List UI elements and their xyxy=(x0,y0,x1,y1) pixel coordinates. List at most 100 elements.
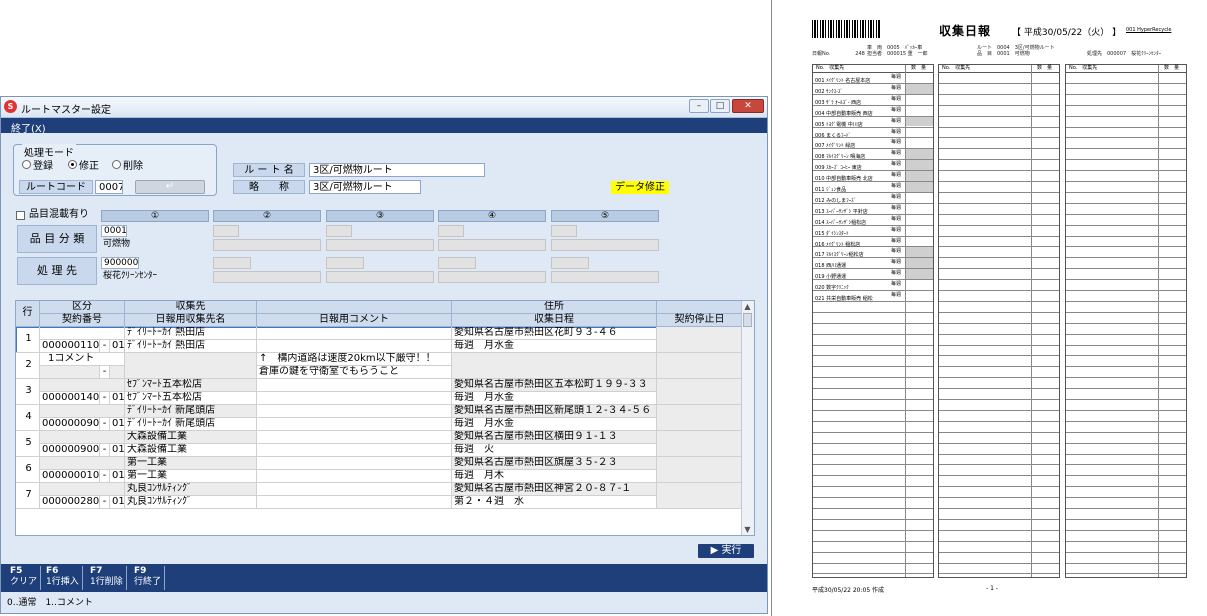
report-column-3: No. 収集先数 量 xyxy=(1065,64,1187,578)
report-row-line xyxy=(939,453,1059,455)
short-name-input[interactable]: 3区/可燃物ルート xyxy=(309,180,421,194)
report-qty-divider xyxy=(905,65,906,577)
table-row[interactable]: 6 0000000100 - 01 第一工業 第一工業 愛知県名古屋市熱田区旗屋… xyxy=(16,457,743,483)
title-bar: S ルートマスター設定 – □ ✕ xyxy=(1,97,767,118)
report-row-line xyxy=(939,202,1059,204)
report-entry-weekly: 毎週 xyxy=(891,172,902,179)
report-row-line xyxy=(1066,409,1186,411)
report-row-line xyxy=(1066,279,1186,281)
play-icon: ▶ xyxy=(710,545,722,556)
report-row-line xyxy=(1066,104,1186,106)
f7-delete-row-button[interactable]: F7 1行削除 xyxy=(87,566,127,590)
mode-radio-delete[interactable]: 削除 xyxy=(112,157,143,172)
item-class-code-2[interactable] xyxy=(213,225,239,237)
f9-end-row-button[interactable]: F9 行終了 xyxy=(131,566,166,590)
report-row-line xyxy=(813,453,933,455)
report-row-line xyxy=(939,82,1059,84)
report-entry-weekly: 毎週 xyxy=(891,150,902,157)
maximize-button[interactable]: □ xyxy=(710,99,730,113)
report-row-line xyxy=(1066,290,1186,291)
report-row-line xyxy=(1066,82,1186,84)
report-row-line xyxy=(939,464,1059,466)
report-col-header: No. 収集先数 量 xyxy=(813,65,933,73)
slot-header-1: ① xyxy=(101,210,209,222)
mixed-checkbox[interactable] xyxy=(16,211,25,220)
close-button[interactable]: ✕ xyxy=(732,99,764,113)
report-row-line xyxy=(939,431,1059,433)
report-row-line xyxy=(813,409,933,411)
report-row-line xyxy=(813,562,933,564)
table-scrollbar[interactable]: ▲ ▼ xyxy=(741,301,754,535)
report-entry: 017 ﾏﾙｲｽｸﾞﾘｰﾝ稲松店 xyxy=(815,252,864,259)
report-row-line xyxy=(1066,333,1186,335)
table-row[interactable]: 7 0000002800 - 01 丸良ｺﾝｻﾙﾃｨﾝｸﾞ 丸良ｺﾝｻﾙﾃｨﾝｸ… xyxy=(16,483,743,509)
report-entry: 009 ｽｶｰｽﾞ ｺｰﾋｰ 東店 xyxy=(815,165,862,172)
report-entry: 004 中部自動車販売 西店 xyxy=(815,110,873,117)
report-row-line xyxy=(813,355,933,357)
item-class-code-5[interactable] xyxy=(551,225,577,237)
route-code-input[interactable]: 0007 xyxy=(95,180,123,194)
minimize-button[interactable]: – xyxy=(689,99,709,113)
processor-code-2[interactable] xyxy=(213,257,251,269)
col-header-contract: 契約番号 xyxy=(40,314,125,327)
scroll-up-icon[interactable]: ▲ xyxy=(742,301,753,312)
report-row-line xyxy=(1066,126,1186,128)
report-row-line xyxy=(813,475,933,477)
scroll-down-icon[interactable]: ▼ xyxy=(742,524,753,535)
report-row-line xyxy=(939,562,1059,564)
report-col-header: No. 収集先数 量 xyxy=(939,65,1059,73)
report-row-line xyxy=(939,497,1059,499)
item-class-code-4[interactable] xyxy=(438,225,464,237)
f6-insert-row-button[interactable]: F6 1行挿入 xyxy=(43,566,83,590)
report-row-line xyxy=(939,300,1059,302)
table-row[interactable]: 5 0000009000 - 01 大森設備工業 大森設備工業 愛知県名古屋市熱… xyxy=(16,431,743,457)
report-row-line xyxy=(939,148,1059,150)
report-row-line xyxy=(813,377,933,379)
short-name-label: 略 称 xyxy=(233,180,305,194)
item-class-code-input[interactable]: 0001 xyxy=(101,225,127,237)
menu-exit[interactable]: 終了(X) xyxy=(11,120,46,135)
processor-code-input[interactable]: 900000 xyxy=(101,257,139,269)
report-row-line xyxy=(1066,453,1186,455)
report-column-1: No. 収集先数 量 001 ﾒｲｸﾞﾘﾝﾄ 名古屋本店 毎週 002 ｻﾝｸｽ-ｽ… xyxy=(812,64,934,578)
mode-radio-register[interactable]: 登録 xyxy=(22,157,53,172)
report-entry: 005 ﾄﾖｸﾞ電機 中川店 xyxy=(815,121,863,128)
f5-clear-button[interactable]: F5 クリア xyxy=(7,566,42,590)
item-class-name-2 xyxy=(213,239,321,251)
report-row-line xyxy=(939,529,1059,531)
report-qty-shade xyxy=(906,182,933,192)
processor-code-4[interactable] xyxy=(438,257,476,269)
processor-code-3[interactable] xyxy=(326,257,364,269)
scroll-thumb[interactable] xyxy=(743,313,752,327)
report-row-line xyxy=(939,442,1059,444)
table-row[interactable]: 2 1コメント - ↑ 構内道路は速度20km以下厳守！！ 倉庫の鍵を守衛室でも… xyxy=(16,353,743,379)
report-row-line xyxy=(1066,431,1186,433)
report-row-line xyxy=(813,497,933,499)
report-row-line xyxy=(1066,464,1186,466)
report-entry-weekly: 毎週 xyxy=(891,95,902,102)
table-row[interactable]: 1 0000001100 - 01 ﾃﾞｲﾘｰﾄｰｶｲ 熱田店 ﾃﾞｲﾘｰﾄｰｶ… xyxy=(16,327,743,353)
report-qty-divider xyxy=(1031,65,1032,577)
report-row-line xyxy=(1066,344,1186,346)
report-row-line xyxy=(1066,442,1186,444)
mode-radio-edit[interactable]: 修正 xyxy=(68,157,99,172)
report-entry: 001 ﾒｲｸﾞﾘﾝﾄ 名古屋本店 xyxy=(815,78,871,84)
report-entry: 013 ｽｰﾊﾟｰｻﾝｻﾞｼ 平針店 xyxy=(815,208,868,215)
table-row[interactable]: 4 0000000900 - 01 ﾃﾞｲﾘｰﾄｰｶｲ 新尾頭店 ﾃﾞｲﾘｰﾄｰ… xyxy=(16,405,743,431)
report-destination: 処理先 000007 桜花ｸﾘｰﾝｾﾝﾀｰ xyxy=(1087,51,1162,57)
report-row-line xyxy=(939,518,1059,520)
item-class-code-3[interactable] xyxy=(326,225,352,237)
route-name-input[interactable]: 3区/可燃物ルート xyxy=(309,163,485,177)
execute-button[interactable]: ▶ 実行 xyxy=(698,544,754,558)
enter-button[interactable]: ↵ xyxy=(135,180,205,194)
report-date: 【 平成30/05/22（火） 】 xyxy=(1012,28,1122,38)
report-row-line xyxy=(939,115,1059,117)
report-row-line xyxy=(813,344,933,346)
mixed-label: 品目混載有り xyxy=(29,209,89,220)
report-row-line xyxy=(939,290,1059,291)
col-header-stop-date: 契約停止日 xyxy=(657,314,743,327)
processor-code-5[interactable] xyxy=(551,257,589,269)
col-header-schedule: 収集日程 xyxy=(452,314,657,327)
report-entry: 014 ｽｰﾊﾟｰｻﾝｻﾞｼ稲松店 xyxy=(815,219,867,226)
table-row[interactable]: 3 0000001400 - 01 ｾﾌﾞﾝﾏｰﾄ五本松店 ｾﾌﾞﾝﾏｰﾄ五本松… xyxy=(16,379,743,405)
